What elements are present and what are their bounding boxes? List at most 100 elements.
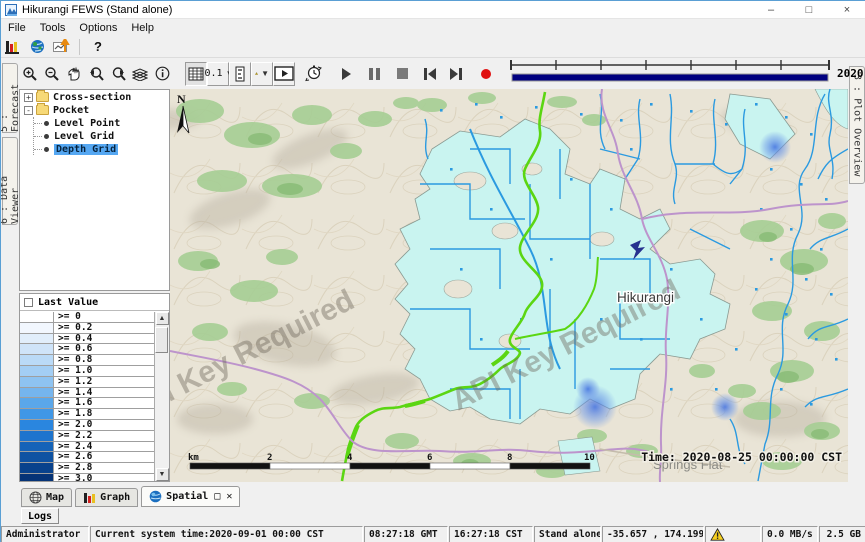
tab-spatial[interactable]: Spatial □ ✕	[141, 486, 240, 507]
title-bar[interactable]: Hikurangi FEWS (Stand alone) – □ ×	[1, 1, 865, 19]
warning-dropdown[interactable]: ▼	[251, 62, 273, 86]
legend-row-label: >= 2.8	[54, 463, 154, 473]
folder-icon	[36, 105, 49, 115]
threshold-dropdown[interactable]: 0.1 ▼	[207, 62, 229, 86]
float-panel-icon[interactable]: □	[214, 491, 220, 502]
tree-leaf-label[interactable]: Level Point	[54, 118, 120, 129]
left-tab-strip: 5 : Forecast 6 : Data Viewer	[1, 58, 19, 486]
stop-icon[interactable]	[391, 62, 413, 86]
tree-node-label[interactable]: Cross-section	[53, 92, 131, 103]
svg-text:N: N	[177, 92, 186, 106]
minimize-icon[interactable]: –	[752, 1, 790, 19]
close-icon[interactable]: ×	[828, 1, 865, 19]
legend-checkbox-label: Last Value	[38, 297, 98, 308]
legend-row-label: >= 2.2	[54, 431, 154, 441]
legend-row-label: >= 0	[54, 312, 154, 322]
legend-color-swatch	[20, 323, 54, 333]
next-step-icon[interactable]	[445, 62, 467, 86]
tree-leaf-level-grid[interactable]: Level Grid	[34, 130, 169, 142]
timeline-slider[interactable]	[509, 58, 831, 89]
timeseries-chart-icon[interactable]	[49, 37, 73, 57]
status-gmt-time: 08:27:18 GMT	[364, 526, 448, 542]
legend-row[interactable]: >= 0.2	[20, 323, 154, 334]
expand-icon[interactable]: +	[24, 93, 33, 102]
status-warning-cell[interactable]	[705, 526, 761, 542]
tab-graph-label: Graph	[100, 492, 130, 503]
map-globe-icon[interactable]	[25, 37, 49, 57]
tab-map[interactable]: Map	[21, 488, 72, 507]
svg-text:2: 2	[267, 453, 272, 463]
menu-item[interactable]: File	[1, 21, 33, 35]
legend-row[interactable]: >= 2.2	[20, 431, 154, 442]
status-mode: Stand alone	[534, 526, 601, 542]
tree-leaf-depth-grid[interactable]: Depth Grid	[34, 143, 169, 155]
chevron-down-icon: ▼	[261, 69, 269, 78]
legend-row-label: >= 3.0	[54, 474, 154, 481]
tab-forecast[interactable]: 5 : Forecast	[2, 63, 18, 133]
tree-leaf-label[interactable]: Level Grid	[54, 131, 114, 142]
logs-button[interactable]: Logs	[21, 508, 59, 524]
tab-plot-overview[interactable]: 3 : Plot Overview	[849, 66, 865, 184]
legend-color-swatch	[20, 377, 54, 387]
menu-item[interactable]: Tools	[33, 21, 73, 35]
memory-label: 2.5 GB	[827, 529, 861, 540]
last-value-checkbox[interactable]	[24, 298, 33, 307]
legend-scrollbar[interactable]: ▲ ▼	[155, 312, 169, 481]
legend-color-swatch	[20, 420, 54, 430]
close-tab-icon[interactable]: ✕	[226, 491, 232, 502]
svg-text:10: 10	[584, 453, 595, 463]
collapse-icon[interactable]: -	[24, 106, 33, 115]
record-icon[interactable]	[475, 62, 497, 86]
globe-wireframe-icon	[29, 491, 42, 504]
set-time-icon[interactable]	[303, 62, 325, 86]
application-window: Hikurangi FEWS (Stand alone) – □ × FileT…	[0, 0, 865, 542]
pause-icon[interactable]	[363, 62, 385, 86]
maximize-icon[interactable]: □	[790, 1, 828, 19]
menu-item[interactable]: Help	[124, 21, 161, 35]
legend-color-swatch	[20, 388, 54, 398]
previous-step-icon[interactable]	[419, 62, 441, 86]
legend-color-swatch	[20, 355, 54, 365]
scrollbar-thumb[interactable]	[155, 327, 168, 353]
scroll-up-icon[interactable]: ▲	[156, 312, 169, 325]
main-toolbar: ?	[1, 36, 865, 58]
info-icon[interactable]	[151, 62, 173, 86]
bullet-icon	[44, 121, 49, 126]
tree-leaf-label-selected[interactable]: Depth Grid	[54, 144, 118, 155]
tree-node-label[interactable]: Pocket	[53, 105, 89, 116]
svg-text:4: 4	[347, 453, 353, 463]
legend-color-swatch	[20, 452, 54, 462]
filter-tree-panel[interactable]: + Cross-section - Pocket Level Point Lev…	[19, 89, 170, 291]
bar-chart-icon[interactable]	[1, 37, 25, 57]
app-icon	[5, 4, 17, 16]
scroll-down-icon[interactable]: ▼	[156, 468, 169, 481]
tree-node-cross-section[interactable]: + Cross-section	[24, 91, 169, 103]
legend-row-label: >= 1.0	[54, 366, 154, 376]
longitudinal-profile-icon[interactable]	[229, 62, 251, 86]
spatial-map-display[interactable]: API Key Required API Key Required Hikura…	[170, 89, 848, 482]
zoom-in-icon[interactable]	[19, 62, 41, 86]
tree-leaf-level-point[interactable]: Level Point	[34, 117, 169, 129]
status-local-time: 16:27:18 CST	[449, 526, 533, 542]
legend-color-swatch	[20, 442, 54, 452]
current-time-display: 2020-08-25 00:00:00 CST	[837, 67, 865, 80]
legend-color-swatch	[20, 344, 54, 354]
status-user: Administrator	[1, 526, 89, 542]
tab-data-viewer[interactable]: 6 : Data Viewer	[2, 137, 18, 225]
play-icon[interactable]	[335, 62, 357, 86]
legend-row-label: >= 0.6	[54, 344, 154, 354]
help-icon[interactable]: ?	[86, 37, 110, 57]
legend-color-swatch	[20, 334, 54, 344]
legend-row[interactable]: >= 3.0	[20, 474, 154, 481]
legend-row-label: >= 1.4	[54, 388, 154, 398]
zoom-previous-icon[interactable]	[85, 62, 107, 86]
animation-display-icon[interactable]	[273, 62, 295, 86]
pan-hand-icon[interactable]	[63, 62, 85, 86]
legend-row[interactable]: >= 1.2	[20, 377, 154, 388]
menu-item[interactable]: Options	[72, 21, 124, 35]
layers-icon[interactable]	[129, 62, 151, 86]
zoom-out-icon[interactable]	[41, 62, 63, 86]
tab-graph[interactable]: Graph	[75, 488, 138, 507]
zoom-next-icon[interactable]	[107, 62, 129, 86]
tree-node-pocket[interactable]: - Pocket	[24, 104, 169, 116]
